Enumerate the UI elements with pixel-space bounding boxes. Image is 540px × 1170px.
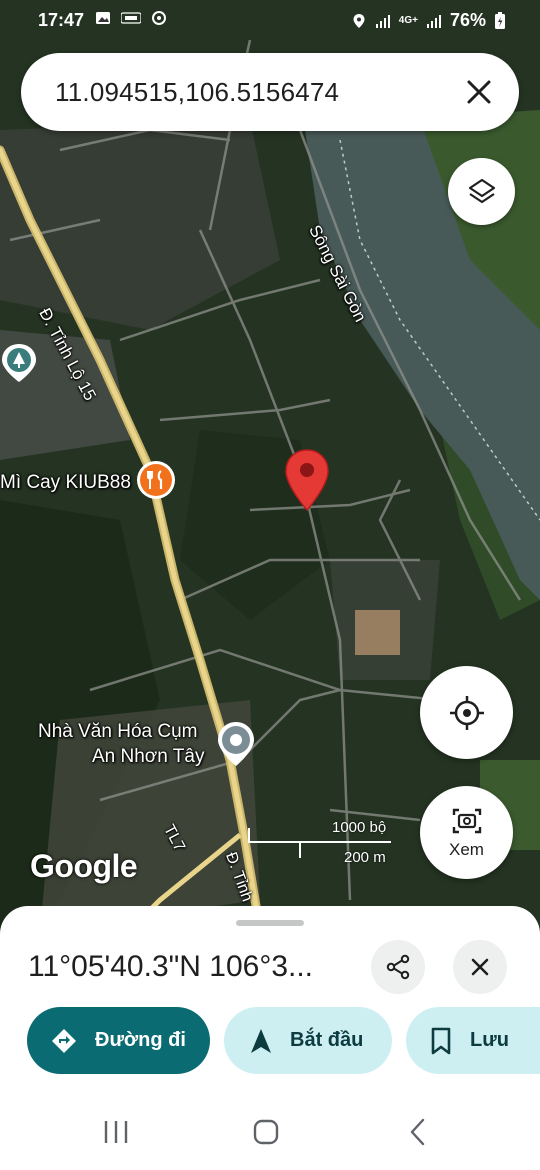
status-time: 17:47 <box>38 10 85 30</box>
close-sheet-button[interactable] <box>453 940 507 994</box>
save-label: Lưu <box>470 1029 509 1051</box>
status-bar: 17:47 4G+ 76% <box>0 0 540 40</box>
dropped-pin-icon[interactable] <box>284 448 330 512</box>
sync-icon <box>152 11 166 25</box>
layers-icon <box>468 178 495 203</box>
layers-button[interactable] <box>448 158 515 225</box>
scale-imperial: 1000 bộ <box>332 819 387 836</box>
signal-icon-2 <box>426 14 441 28</box>
drag-handle[interactable] <box>236 920 304 926</box>
scale-metric: 200 m <box>344 849 386 866</box>
home-icon <box>253 1119 279 1145</box>
restaurant-poi-icon[interactable] <box>136 460 176 500</box>
close-icon <box>467 80 491 104</box>
view-camera-label: Xem <box>449 839 484 859</box>
cultural-house-poi-icon[interactable] <box>216 720 256 768</box>
bookmark-icon <box>431 1027 451 1054</box>
recent-apps-icon <box>104 1121 128 1143</box>
start-label: Bắt đầu <box>290 1029 364 1051</box>
tot-icon <box>121 12 141 24</box>
battery-icon <box>495 11 505 29</box>
share-button[interactable] <box>371 940 425 994</box>
home-button[interactable] <box>246 1116 286 1148</box>
satellite-map[interactable]: Sông Sài Gòn Đ. Tỉnh Lộ 15 Mì Cay KIUB88… <box>0 0 540 930</box>
search-bar[interactable]: 11.094515,106.5156474 <box>21 53 519 131</box>
view-camera-button[interactable]: Xem <box>420 786 513 879</box>
camera-scan-icon <box>452 808 481 833</box>
battery-percent: 76% <box>449 10 486 30</box>
share-icon <box>386 954 410 980</box>
back-button[interactable] <box>398 1116 438 1148</box>
recent-apps-button[interactable] <box>96 1116 136 1148</box>
directions-button[interactable]: Đường đi <box>27 1007 210 1074</box>
close-icon <box>471 958 489 976</box>
cultural-house-label-line2[interactable]: An Nhơn Tây <box>92 746 204 768</box>
google-logo: Google <box>30 848 138 884</box>
map-scale: 1000 bộ 200 m <box>246 818 396 868</box>
crosshair-icon <box>449 695 484 730</box>
my-location-button[interactable] <box>420 666 513 759</box>
network-type: 4G+ <box>398 14 418 26</box>
directions-icon <box>52 1028 76 1053</box>
park-poi-icon[interactable] <box>0 342 38 382</box>
system-nav-bar <box>0 1090 540 1170</box>
restaurant-label[interactable]: Mì Cay KIUB88 <box>0 472 131 494</box>
directions-label: Đường đi <box>95 1029 186 1051</box>
gallery-icon <box>96 12 110 24</box>
start-navigation-button[interactable]: Bắt đầu <box>224 1007 392 1074</box>
signal-icon <box>375 14 390 28</box>
location-icon <box>353 13 365 28</box>
search-clear-button[interactable] <box>459 72 499 112</box>
save-button[interactable]: Lưu <box>406 1007 540 1074</box>
search-input[interactable]: 11.094515,106.5156474 <box>55 77 339 108</box>
back-icon <box>410 1118 425 1146</box>
cultural-house-label-line1[interactable]: Nhà Văn Hóa Cụm <box>38 721 197 743</box>
coordinates-title: 11°05'40.3"N 106°3... <box>28 950 314 983</box>
navigation-arrow-icon <box>251 1028 271 1053</box>
